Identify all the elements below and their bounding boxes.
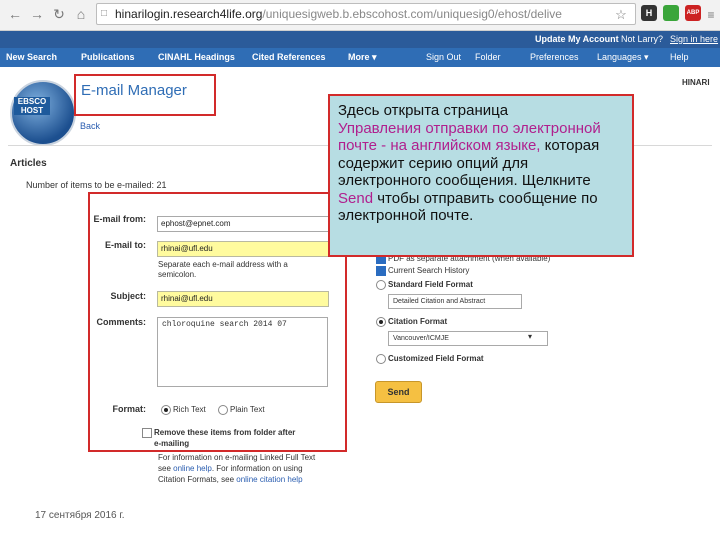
menu-publications[interactable]: Publications [81, 52, 135, 62]
info-line-2: see online help. For information on usin… [158, 463, 303, 474]
comments-textarea[interactable]: chloroquine search 2014 07 [157, 317, 328, 387]
extension-green-icon[interactable] [663, 5, 679, 21]
subject-field[interactable]: rhinai@ufl.edu [157, 291, 329, 307]
ebsco-logo-text: EBSCO HOST [14, 97, 50, 115]
institution-label: HINARI [682, 78, 710, 87]
info-2-suffix: . For information on using [211, 464, 303, 473]
plain-text-label: Plain Text [230, 405, 265, 414]
citation-format-radio[interactable] [376, 317, 386, 327]
back-link[interactable]: Back [80, 121, 100, 131]
url-path: /uniquesigweb.b.ebscohost.com/uniquesig0… [262, 7, 562, 21]
extension-h-icon[interactable]: H [641, 5, 657, 21]
menu-more[interactable]: More ▾ [348, 52, 377, 63]
plain-text-radio[interactable] [218, 405, 228, 415]
citation-help-link[interactable]: online citation help [236, 475, 302, 484]
menu-icon[interactable]: ≡ [702, 6, 720, 24]
citation-format-select[interactable]: Vancouver/ICMJE [388, 331, 548, 346]
standard-format-label: Standard Field Format [388, 280, 473, 289]
menu-languages[interactable]: Languages ▾ [597, 52, 649, 63]
customized-format-radio[interactable] [376, 354, 386, 364]
current-search-checkbox[interactable] [376, 266, 386, 276]
address-bar[interactable]: □ hinarilogin.research4life.org/uniquesi… [96, 3, 636, 25]
remove-items-checkbox[interactable] [142, 428, 152, 438]
page-icon: □ [101, 8, 108, 19]
rich-text-label: Rich Text [173, 405, 206, 414]
rich-text-radio[interactable] [161, 405, 171, 415]
format-label: Format: [112, 404, 147, 414]
ebsco-toolbar: Update My Account Not Larry? Sign in her… [0, 31, 720, 48]
callout-line-3: чтобы отправить сообщение по электронной… [338, 189, 598, 225]
info-3-prefix: Citation Formats, see [158, 475, 237, 484]
comments-label: Comments: [96, 317, 146, 327]
email-from-label: E-mail from: [93, 214, 146, 224]
email-to-field[interactable]: rhinai@ufl.edu [157, 241, 329, 257]
items-count: Number of items to be e-mailed: 21 [26, 180, 167, 190]
customized-format-label: Customized Field Format [388, 354, 484, 363]
forward-arrow-icon[interactable]: → [28, 5, 46, 23]
browser-chrome: ← → ↻ ⌂ □ hinarilogin.research4life.org/… [0, 0, 720, 31]
not-user-link[interactable]: Not Larry? [621, 34, 663, 44]
menu-new-search[interactable]: New Search [6, 52, 57, 62]
info-2-prefix: see [158, 464, 174, 473]
info-line-1: For information on e-mailing Linked Full… [158, 453, 316, 462]
update-account-link[interactable]: Update My Account [535, 34, 619, 44]
standard-format-radio[interactable] [376, 280, 386, 290]
remove-items-label-2: e-mailing [154, 439, 190, 448]
menu-help[interactable]: Help [670, 52, 689, 62]
online-help-link[interactable]: online help [173, 464, 212, 473]
menu-sign-out[interactable]: Sign Out [426, 52, 461, 62]
articles-heading: Articles [10, 158, 47, 169]
main-menu-bar: New Search Publications CINAHL Headings … [0, 48, 720, 67]
email-from-field[interactable]: ephost@epnet.com [157, 216, 329, 232]
remove-items-label-1: Remove these items from folder after [154, 428, 296, 437]
slide-date: 17 сентября 2016 г. [35, 510, 125, 521]
url-host: hinarilogin.research4life.org [115, 7, 263, 21]
sign-in-link[interactable]: Sign in here [670, 34, 718, 44]
info-line-3: Citation Formats, see online citation he… [158, 474, 303, 485]
star-icon[interactable]: ☆ [612, 6, 630, 24]
email-to-label: E-mail to: [104, 240, 146, 250]
instruction-callout: Здесь открыта страница Управления отправк… [328, 94, 634, 257]
select-chevron-down-icon: ▾ [528, 332, 533, 341]
send-button[interactable]: Send [375, 381, 422, 403]
current-search-label: Current Search History [388, 266, 470, 275]
url-text: hinarilogin.research4life.org/uniquesigw… [115, 7, 562, 21]
page-title: E-mail Manager [81, 82, 187, 99]
adblock-icon[interactable]: ABP [685, 5, 701, 21]
citation-format-label: Citation Format [388, 317, 448, 326]
menu-cited-references[interactable]: Cited References [252, 52, 326, 62]
email-to-hint-2: semicolon. [158, 270, 197, 279]
back-arrow-icon[interactable]: ← [6, 5, 24, 23]
subject-label: Subject: [110, 291, 146, 301]
menu-folder[interactable]: Folder [475, 52, 501, 62]
home-icon[interactable]: ⌂ [72, 5, 90, 23]
callout-highlight-send: Send [338, 189, 374, 207]
callout-line-1: Здесь открыта страница [338, 102, 509, 119]
reload-icon[interactable]: ↻ [50, 5, 68, 23]
standard-format-select[interactable]: Detailed Citation and Abstract [388, 294, 522, 309]
menu-preferences[interactable]: Preferences [530, 52, 579, 62]
menu-cinahl-headings[interactable]: CINAHL Headings [158, 52, 235, 62]
